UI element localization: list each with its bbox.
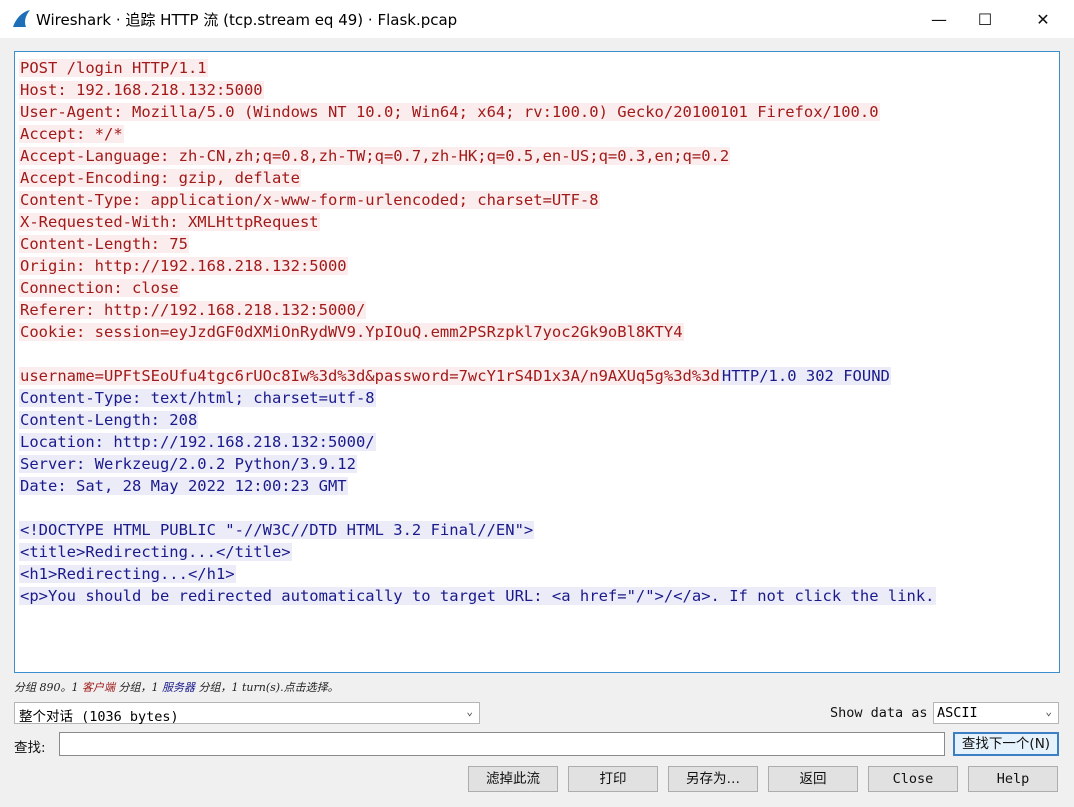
client-text: Accept: */*: [19, 125, 124, 143]
server-text: <h1>Redirecting...</h1>: [19, 565, 236, 583]
conversation-select[interactable]: 整个对话 (1036 bytes) ⌄: [14, 702, 480, 725]
server-text: Server: Werkzeug/2.0.2 Python/3.9.12: [19, 455, 357, 473]
client-text: Host: 192.168.218.132:5000: [19, 81, 264, 99]
server-text: Date: Sat, 28 May 2022 12:00:23 GMT: [19, 477, 348, 495]
client-text: Content-Length: 75: [19, 235, 189, 253]
stream-line: <h1>Redirecting...</h1>: [19, 563, 1055, 585]
status-server-word: 服务器: [162, 681, 195, 694]
stream-text: POST /login HTTP/1.1 Host: 192.168.218.13…: [19, 57, 1055, 607]
maximize-button[interactable]: ☐: [960, 0, 1010, 38]
stream-line: Content-Type: text/html; charset=utf-8: [19, 387, 1055, 409]
client-text: Referer: http://192.168.218.132:5000/: [19, 301, 367, 319]
client-text: Cookie: session=eyJzdGF0dXMiOnRydWV9.YpI…: [19, 323, 684, 341]
status-client-word: 客户端: [82, 681, 115, 694]
client-text: Accept-Language: zh-CN,zh;q=0.8,zh-TW;q=…: [19, 147, 731, 165]
show-data-label: Show data as: [830, 705, 928, 721]
stream-line: [19, 343, 1055, 365]
find-label: 查找:: [14, 740, 46, 756]
stream-line: Location: http://192.168.218.132:5000/: [19, 431, 1055, 453]
client-text: User-Agent: Mozilla/5.0 (Windows NT 10.0…: [19, 103, 880, 121]
stream-line: <title>Redirecting...</title>: [19, 541, 1055, 563]
find-input[interactable]: [59, 732, 945, 756]
print-button[interactable]: 打印: [568, 766, 658, 792]
client-text: Connection: close: [19, 279, 180, 297]
stream-line: <p>You should be redirected automaticall…: [19, 585, 1055, 607]
stream-line: Content-Length: 75: [19, 233, 1055, 255]
server-text: Location: http://192.168.218.132:5000/: [19, 433, 376, 451]
find-next-button[interactable]: 查找下一个(N): [953, 732, 1059, 756]
client-text: Content-Type: application/x-www-form-url…: [19, 191, 600, 209]
chevron-down-icon: ⌄: [466, 705, 473, 718]
stream-line: Accept: */*: [19, 123, 1055, 145]
server-text: Content-Length: 208: [19, 411, 199, 429]
show-data-select-value: ASCII: [937, 705, 978, 721]
stream-line: Host: 192.168.218.132:5000: [19, 79, 1055, 101]
stream-line: Content-Length: 208: [19, 409, 1055, 431]
stream-line: Server: Werkzeug/2.0.2 Python/3.9.12: [19, 453, 1055, 475]
server-text: <!DOCTYPE HTML PUBLIC "-//W3C//DTD HTML …: [19, 521, 535, 539]
close-button[interactable]: Close: [868, 766, 958, 792]
filter-out-stream-button[interactable]: 滤掉此流: [468, 766, 558, 792]
stream-line: Content-Type: application/x-www-form-url…: [19, 189, 1055, 211]
server-text: HTTP/1.0 302 FOUND: [720, 367, 891, 385]
stream-line: Accept-Language: zh-CN,zh;q=0.8,zh-TW;q=…: [19, 145, 1055, 167]
stream-line: Date: Sat, 28 May 2022 12:00:23 GMT: [19, 475, 1055, 497]
close-window-button[interactable]: ✕: [1018, 0, 1068, 38]
window-title: Wireshark · 追踪 HTTP 流 (tcp.stream eq 49)…: [36, 11, 458, 29]
server-text: <title>Redirecting...</title>: [19, 543, 292, 561]
show-data-select[interactable]: ASCII ⌄: [933, 702, 1059, 724]
stream-status-text: 分组 890。1 客户端 分组，1 服务器 分组，1 turn(s).点击选择。: [14, 681, 339, 694]
stream-line: [19, 497, 1055, 519]
client-text: POST /login HTTP/1.1: [19, 59, 208, 77]
stream-line: Accept-Encoding: gzip, deflate: [19, 167, 1055, 189]
stream-line: Referer: http://192.168.218.132:5000/: [19, 299, 1055, 321]
stream-line: Connection: close: [19, 277, 1055, 299]
client-text: Accept-Encoding: gzip, deflate: [19, 169, 301, 187]
stream-line: Cookie: session=eyJzdGF0dXMiOnRydWV9.YpI…: [19, 321, 1055, 343]
server-text: Content-Type: text/html; charset=utf-8: [19, 389, 376, 407]
stream-content-pane[interactable]: POST /login HTTP/1.1 Host: 192.168.218.13…: [14, 51, 1060, 673]
stream-line: Origin: http://192.168.218.132:5000: [19, 255, 1055, 277]
stream-line: POST /login HTTP/1.1: [19, 57, 1055, 79]
help-button[interactable]: Help: [968, 766, 1058, 792]
client-text: X-Requested-With: XMLHttpRequest: [19, 213, 320, 231]
stream-line: User-Agent: Mozilla/5.0 (Windows NT 10.0…: [19, 101, 1055, 123]
minimize-button[interactable]: —: [914, 0, 964, 38]
chevron-down-icon: ⌄: [1045, 705, 1052, 718]
back-button[interactable]: 返回: [768, 766, 858, 792]
wireshark-fin-icon: [13, 10, 30, 27]
stream-line: X-Requested-With: XMLHttpRequest: [19, 211, 1055, 233]
save-as-button[interactable]: 另存为…: [668, 766, 758, 792]
stream-line: username=UPFtSEoUfu4tgc6rUOc8Iw%3d%3d&pa…: [19, 365, 1055, 387]
client-text: username=UPFtSEoUfu4tgc6rUOc8Iw%3d%3d&pa…: [19, 367, 721, 385]
server-text: <p>You should be redirected automaticall…: [19, 587, 936, 605]
stream-line: <!DOCTYPE HTML PUBLIC "-//W3C//DTD HTML …: [19, 519, 1055, 541]
title-bar: Wireshark · 追踪 HTTP 流 (tcp.stream eq 49)…: [0, 0, 1074, 38]
client-text: Origin: http://192.168.218.132:5000: [19, 257, 348, 275]
conversation-select-value: 整个对话 (1036 bytes): [19, 709, 179, 725]
